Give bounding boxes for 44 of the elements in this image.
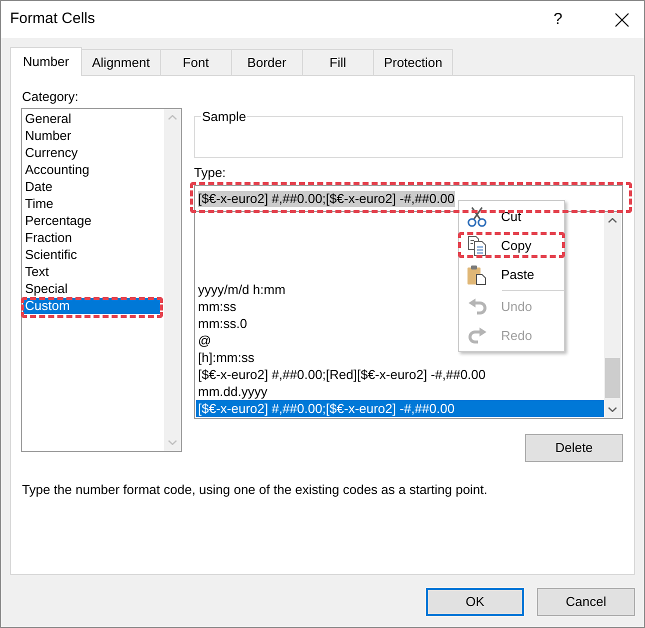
cancel-button[interactable]: Cancel <box>537 588 635 616</box>
ok-button[interactable]: OK <box>426 588 524 616</box>
list-item[interactable]: mm.dd.yyyy <box>196 383 270 400</box>
scrollbar-thumb[interactable] <box>605 358 620 398</box>
chevron-up-icon[interactable] <box>608 218 617 223</box>
list-item[interactable]: [$€-x-euro2] #,##0.00;[$€-x-euro2] -#,##0.00 <box>196 400 604 417</box>
tab[interactable]: Protection <box>372 49 454 75</box>
delete-button[interactable]: Delete <box>525 434 623 462</box>
window-title: Format Cells <box>10 9 96 30</box>
list-item[interactable]: Currency <box>23 145 160 161</box>
menu-item[interactable]: Paste <box>459 260 564 289</box>
list-item[interactable]: Accounting <box>23 162 160 178</box>
menu-item[interactable]: Copy <box>459 231 564 260</box>
list-item[interactable]: Number <box>23 128 160 144</box>
list-item[interactable]: [$€-x-euro2] #,##0.00;[Red][$€-x-euro2] -#,##0.00 <box>196 366 488 383</box>
list-item[interactable]: Time <box>23 196 160 212</box>
scrollbar[interactable] <box>604 212 621 418</box>
type-label: Type: <box>194 164 227 181</box>
undo-icon <box>468 298 486 315</box>
list-item[interactable]: yyyy/m/d h:mm <box>196 281 288 298</box>
redo-icon <box>468 327 486 344</box>
description-text: Type the number format code, using one of the existing codes as a starting point. <box>21 481 488 498</box>
category-label: Category: <box>21 88 80 105</box>
list-item[interactable]: Date <box>23 179 160 195</box>
list-item[interactable]: Text <box>23 264 160 280</box>
sample-label: Sample <box>201 108 248 125</box>
list-item[interactable]: mm:ss <box>196 298 238 315</box>
list-item[interactable]: General <box>23 111 160 127</box>
list-item[interactable]: mm:ss.0 <box>196 315 250 332</box>
scissors-icon <box>467 206 487 226</box>
chevron-down-icon[interactable] <box>608 407 617 412</box>
category-list[interactable]: General Number Currency Accounting Date Time Percentage Fraction Scientific Text Special Custom <box>21 108 182 452</box>
copy-icon <box>467 236 487 256</box>
help-button[interactable]: ? <box>543 1 573 38</box>
list-item[interactable]: Percentage <box>23 213 160 229</box>
clipboard-icon <box>467 264 487 284</box>
list-item[interactable]: @ <box>196 332 214 349</box>
list-item[interactable]: Custom <box>23 298 160 314</box>
list-item[interactable]: Scientific <box>23 247 160 263</box>
tab[interactable]: Number <box>10 47 82 76</box>
list-item[interactable]: [h]:mm:ss <box>196 349 256 366</box>
list-item[interactable]: Fraction <box>23 230 160 246</box>
list-item[interactable]: Special <box>23 281 160 297</box>
close-icon[interactable] <box>615 12 629 26</box>
